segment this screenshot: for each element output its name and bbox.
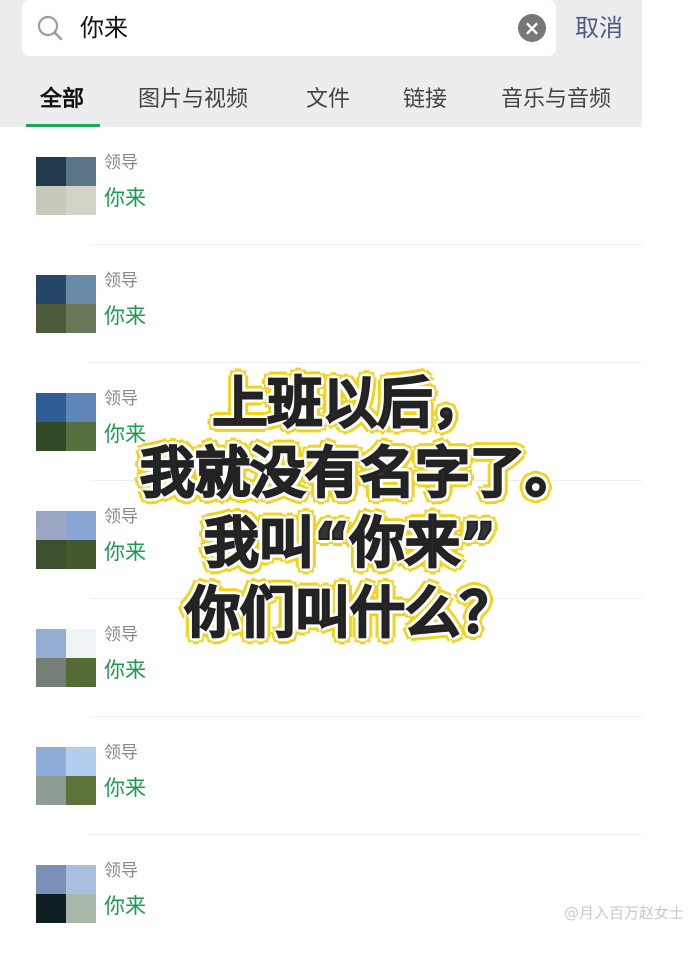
avatar (36, 393, 96, 451)
avatar (36, 275, 96, 333)
sender-name: 领导 (104, 861, 138, 881)
caption-overlay: 上班以后， 我就没有名字了。 我叫“你来” 你们叫什么？ (139, 368, 581, 668)
result-row[interactable]: 领导 你来 (0, 717, 642, 835)
message-match: 你来 (104, 304, 146, 328)
search-icon (37, 15, 63, 41)
sender-name: 领导 (104, 743, 138, 763)
message-match: 你来 (104, 186, 146, 210)
caption-line: 我就没有名字了。 (139, 440, 581, 506)
message-match: 你来 (104, 776, 146, 800)
avatar (36, 747, 96, 805)
tab-files[interactable]: 文件 (306, 80, 350, 120)
avatar (36, 511, 96, 569)
watermark: @月入百万赵女士 (563, 904, 684, 922)
result-row[interactable]: 领导 你来 (0, 127, 642, 245)
result-tabs: 全部 图片与视频 文件 链接 音乐与音频 (0, 80, 642, 127)
avatar (36, 629, 96, 687)
sender-name: 领导 (104, 153, 138, 173)
result-row[interactable]: 领导 你来 (0, 245, 642, 363)
search-header: 你来 × 取消 全部 图片与视频 文件 链接 音乐与音频 (0, 0, 642, 127)
sender-name: 领导 (104, 625, 138, 645)
search-box[interactable]: 你来 × (22, 0, 556, 56)
caption-line: 你们叫什么？ (184, 580, 516, 646)
message-match: 你来 (104, 894, 146, 918)
sender-name: 领导 (104, 389, 138, 409)
search-input[interactable]: 你来 (80, 10, 128, 46)
clear-icon[interactable]: × (518, 14, 546, 42)
result-row[interactable]: 领导 你来 (0, 835, 642, 953)
sender-name: 领导 (104, 507, 138, 527)
tab-images-videos[interactable]: 图片与视频 (138, 80, 248, 120)
tab-music-audio[interactable]: 音乐与音频 (501, 80, 611, 120)
avatar (36, 157, 96, 215)
avatar (36, 865, 96, 923)
sender-name: 领导 (104, 271, 138, 291)
caption-line: 上班以后， (211, 370, 488, 436)
tab-all[interactable]: 全部 (40, 80, 84, 120)
tab-links[interactable]: 链接 (403, 80, 447, 120)
caption-line: 我叫“你来” (203, 510, 497, 576)
cancel-button[interactable]: 取消 (575, 10, 623, 46)
